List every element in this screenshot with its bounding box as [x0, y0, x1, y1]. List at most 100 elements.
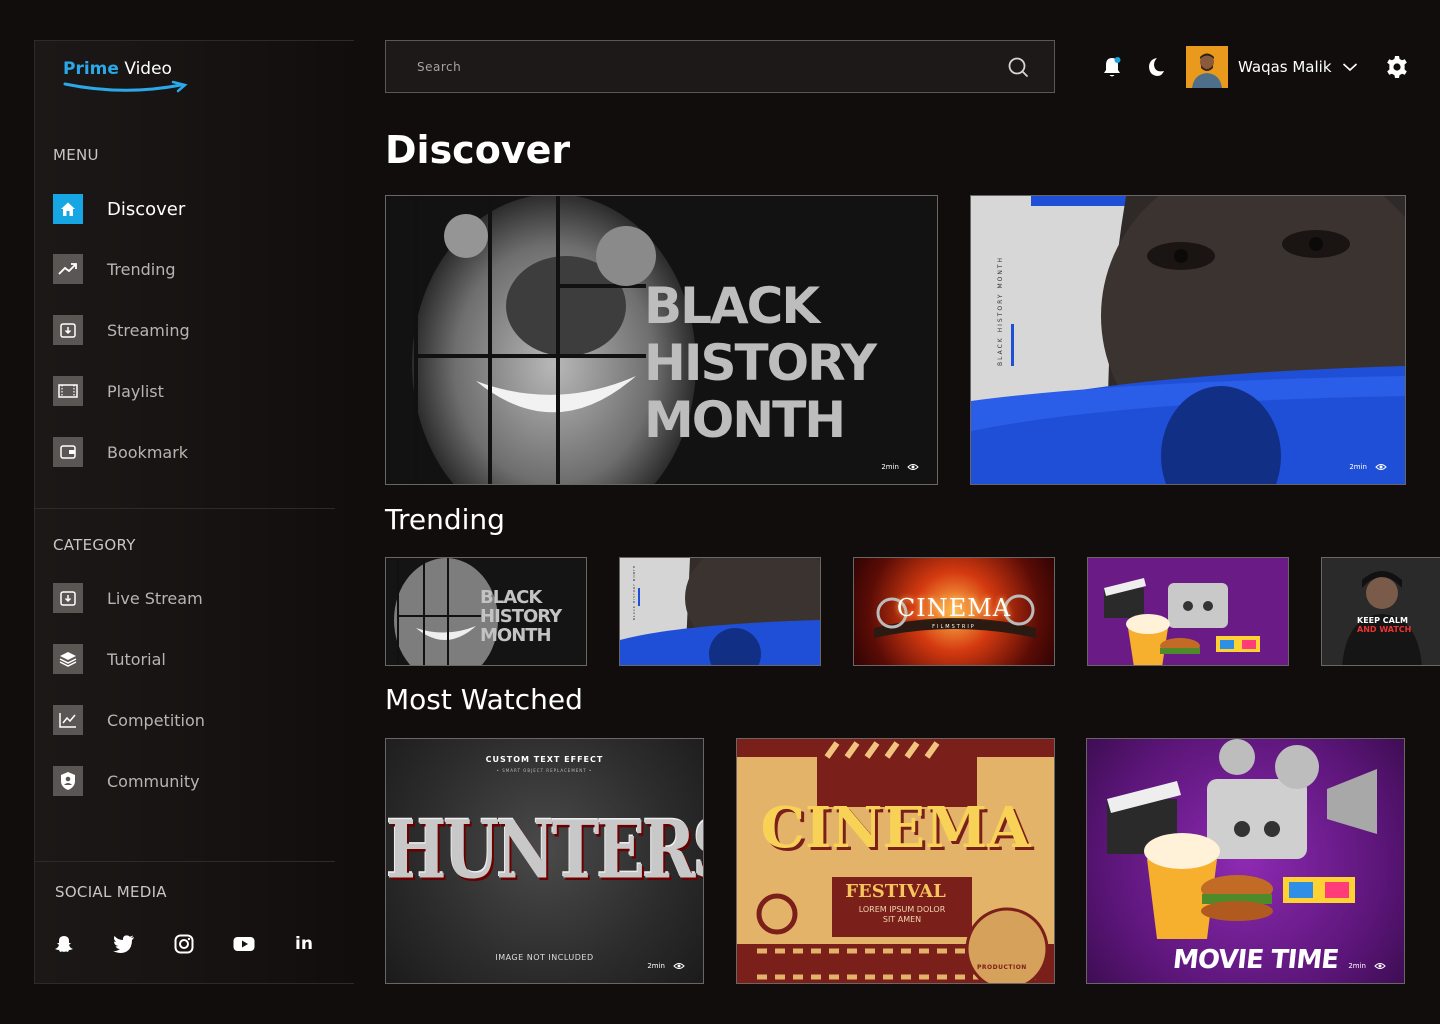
- sidebar-item-community[interactable]: Community: [53, 765, 200, 797]
- snapchat-icon[interactable]: [53, 933, 75, 955]
- sidebar-item-label: Bookmark: [107, 442, 189, 462]
- video-thumbnail: [1088, 558, 1288, 665]
- sidebar-item-label: Playlist: [107, 381, 164, 401]
- card-title-line: HISTORY: [480, 606, 562, 627]
- duration-label: 2min: [647, 962, 665, 970]
- card-title-line: AND WATCH: [1357, 625, 1412, 634]
- search-icon[interactable]: [1007, 56, 1029, 78]
- video-thumbnail: BLACK HISTORY MONTH: [386, 558, 586, 665]
- sidebar-item-tutorial[interactable]: Tutorial: [53, 643, 166, 675]
- sidebar-item-discover[interactable]: Discover: [53, 193, 185, 225]
- video-thumbnail: MOVIE TIME 2min: [1087, 739, 1404, 983]
- card-title-line: BLACK: [480, 587, 542, 608]
- sidebar-item-label: Live Stream: [107, 588, 203, 608]
- competition-icon: [53, 705, 83, 735]
- trending-card-2[interactable]: BLACK HISTORY MONTH: [619, 557, 821, 666]
- sidebar: Prime Video MENU Discover Trending Strea…: [34, 40, 354, 984]
- twitter-icon[interactable]: [113, 933, 135, 955]
- card-badge: PRODUCTION: [977, 964, 1027, 971]
- trending-card-1[interactable]: BLACK HISTORY MONTH: [385, 557, 587, 666]
- gear-icon[interactable]: [1385, 55, 1409, 79]
- card-top-text: CUSTOM TEXT EFFECT: [485, 755, 604, 764]
- home-icon: [53, 194, 83, 224]
- discover-card-black-history-portrait[interactable]: BLACK HISTORY MONTH 2min: [970, 195, 1406, 485]
- sidebar-item-streaming[interactable]: Streaming: [53, 314, 190, 346]
- sidebar-item-label: Streaming: [107, 320, 190, 340]
- linkedin-icon[interactable]: in: [293, 933, 315, 955]
- sidebar-item-label: Discover: [107, 198, 186, 220]
- video-thumbnail: BLACK HISTORY MONTH 2min: [971, 196, 1405, 484]
- dark-mode-moon-icon[interactable]: [1144, 56, 1166, 78]
- most-watched-card-hunters[interactable]: CUSTOM TEXT EFFECT • SMART OBJECT REPLAC…: [385, 738, 704, 984]
- search-bar: [385, 40, 1055, 93]
- search-input[interactable]: [386, 59, 1007, 74]
- user-name[interactable]: Waqas Malik: [1238, 58, 1332, 76]
- instagram-icon[interactable]: [173, 933, 195, 955]
- sidebar-item-competition[interactable]: Competition: [53, 704, 205, 736]
- card-title: CINEMA: [896, 594, 1012, 622]
- video-thumbnail: KEEP CALM AND WATCH: [1322, 558, 1440, 665]
- youtube-icon[interactable]: [233, 933, 255, 955]
- video-thumbnail: CINEMA FILMSTRIP: [854, 558, 1054, 665]
- trending-card-5[interactable]: KEEP CALM AND WATCH: [1321, 557, 1440, 666]
- sidebar-divider: [35, 861, 335, 862]
- social-section-label: SOCIAL MEDIA: [55, 883, 167, 901]
- video-meta: 2min: [881, 463, 919, 471]
- card-title-line: BLACK: [644, 277, 820, 335]
- video-thumbnail: CUSTOM TEXT EFFECT • SMART OBJECT REPLAC…: [386, 739, 703, 983]
- duration-label: 2min: [1349, 463, 1367, 471]
- top-bar-actions: Waqas Malik: [1100, 44, 1409, 90]
- video-thumbnail: CINEMA FESTIVAL LOREM IPSUM DOLOR SIT AM…: [737, 739, 1054, 983]
- category-section-label: CATEGORY: [53, 536, 136, 554]
- most-watched-card-movie-time[interactable]: MOVIE TIME 2min: [1086, 738, 1405, 984]
- card-title: MOVIE TIME: [1171, 945, 1340, 975]
- card-top-subtext: • SMART OBJECT REPLACEMENT •: [496, 768, 593, 773]
- duration-label: 2min: [881, 463, 899, 471]
- avatar[interactable]: [1186, 46, 1228, 88]
- social-media-links: in: [53, 933, 315, 955]
- sidebar-item-bookmark[interactable]: Bookmark: [53, 436, 188, 468]
- bookmark-icon: [53, 437, 83, 467]
- sidebar-item-label: Competition: [107, 710, 205, 730]
- community-icon: [53, 766, 83, 796]
- chevron-down-icon[interactable]: [1342, 62, 1358, 72]
- video-thumbnail: BLACK HISTORY MONTH 2min: [386, 196, 937, 484]
- notification-bell-icon[interactable]: [1100, 55, 1124, 79]
- trending-card-4[interactable]: [1087, 557, 1289, 666]
- sidebar-item-label: Tutorial: [107, 649, 166, 669]
- logo-prime-text: Prime: [63, 59, 119, 79]
- card-body-text: LOREM IPSUM DOLOR SIT AMEN: [858, 905, 946, 924]
- card-title-line: HISTORY: [644, 334, 877, 392]
- discover-card-black-history-month[interactable]: BLACK HISTORY MONTH 2min: [385, 195, 938, 485]
- sidebar-item-playlist[interactable]: Playlist: [53, 375, 164, 407]
- card-subtitle: FESTIVAL: [845, 881, 946, 902]
- video-meta: 2min: [1349, 463, 1387, 471]
- prime-video-logo[interactable]: Prime Video: [63, 59, 189, 94]
- card-side-text: BLACK HISTORY MONTH: [632, 564, 636, 620]
- menu-section-label: MENU: [53, 146, 99, 164]
- trending-card-3[interactable]: CINEMA FILMSTRIP: [853, 557, 1055, 666]
- trending-section-title: Trending: [385, 503, 505, 536]
- live-stream-icon: [53, 583, 83, 613]
- eye-icon: [673, 963, 685, 969]
- card-bottom-text: IMAGE NOT INCLUDED: [495, 953, 594, 962]
- card-title-line: KEEP CALM: [1357, 616, 1408, 625]
- card-title-line: MONTH: [644, 391, 846, 449]
- sidebar-item-label: Trending: [107, 259, 176, 279]
- playlist-icon: [53, 376, 83, 406]
- card-title: CINEMA: [760, 795, 1031, 861]
- eye-icon: [907, 464, 919, 470]
- trending-icon: [53, 254, 83, 284]
- card-subtitle: FILMSTRIP: [932, 624, 976, 630]
- eye-icon: [1375, 464, 1387, 470]
- video-thumbnail: BLACK HISTORY MONTH: [620, 558, 820, 665]
- page-title: Discover: [385, 128, 571, 172]
- most-watched-card-cinema-festival[interactable]: CINEMA FESTIVAL LOREM IPSUM DOLOR SIT AM…: [736, 738, 1055, 984]
- sidebar-item-live-stream[interactable]: Live Stream: [53, 582, 203, 614]
- duration-label: 2min: [1348, 962, 1366, 970]
- card-side-text: BLACK HISTORY MONTH: [997, 255, 1004, 366]
- sidebar-item-trending[interactable]: Trending: [53, 253, 176, 285]
- sidebar-divider: [35, 508, 335, 509]
- card-title-line: MONTH: [480, 625, 552, 646]
- eye-icon: [1374, 963, 1386, 969]
